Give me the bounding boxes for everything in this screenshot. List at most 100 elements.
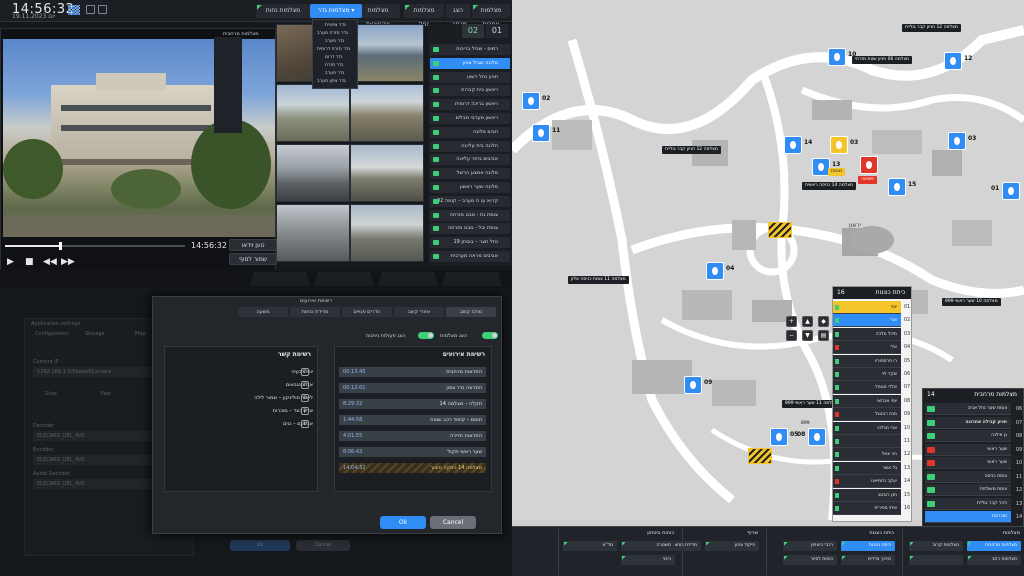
dropdown-item[interactable]: גדר מזרח bbox=[325, 63, 343, 68]
camera-pin[interactable]: 10 bbox=[828, 48, 856, 66]
app-settings-tab[interactable]: Storage bbox=[85, 331, 105, 337]
app-settings-tab[interactable]: Map bbox=[135, 331, 146, 337]
header-button[interactable]: מצלמות אחרות bbox=[472, 4, 510, 28]
dialog-tab[interactable]: אזורי קשב bbox=[394, 307, 444, 317]
map-layers[interactable]: ▤ bbox=[818, 330, 829, 341]
dropdown-item[interactable]: גדר דרום bbox=[325, 55, 343, 60]
show-cameras-toggle[interactable] bbox=[482, 332, 498, 339]
app-cancel-button[interactable]: Cancel bbox=[296, 540, 350, 551]
standby-row[interactable]: אלדי סגופל bbox=[833, 381, 901, 395]
video-progress-knob[interactable] bbox=[59, 242, 62, 250]
dialog-cancel-button[interactable]: Cancel bbox=[430, 516, 476, 529]
map-zoom-in[interactable]: + bbox=[786, 316, 797, 327]
contact-row[interactable]: יוסי רבעיני bbox=[183, 369, 313, 375]
rewind-icon[interactable]: ◀◀ bbox=[43, 257, 57, 267]
channel-item[interactable]: ראשון בריכה דרומית bbox=[430, 99, 510, 111]
event-row[interactable]: 8:29:32 תקלה – מצלמה 14 bbox=[339, 399, 486, 409]
standby-row[interactable]: אבי bbox=[833, 314, 901, 328]
channel-item[interactable]: חלונה בית עליונה bbox=[430, 140, 510, 152]
camera-thumbnail[interactable] bbox=[350, 204, 424, 262]
camera-pin[interactable]: 12 bbox=[944, 52, 972, 70]
check-label[interactable]: Fast bbox=[101, 391, 111, 397]
bottom-button[interactable]: מד"א bbox=[563, 541, 617, 551]
standby-row[interactable]: מנח רבגוגל bbox=[833, 408, 901, 422]
standby-row[interactable]: ניב יגאל bbox=[833, 448, 901, 462]
channel-item[interactable]: קרוא עו ח מערב – קומה 02 bbox=[430, 195, 510, 207]
dropdown-item[interactable]: גדר צפונית bbox=[325, 23, 346, 28]
contact-row[interactable]: ליאור סולינקע – שמור לילה bbox=[183, 395, 313, 401]
event-row[interactable]: 4:01:55 התראות חדירה bbox=[339, 431, 486, 441]
bottom-button[interactable] bbox=[909, 555, 963, 565]
channel-item[interactable]: נחל חצר – בוסתן 19 bbox=[430, 237, 510, 249]
camera-pin[interactable]: 14 bbox=[784, 136, 812, 154]
header-button[interactable]: מצלמות אקטיביות bbox=[356, 4, 400, 28]
bottom-button[interactable]: פיקוד צפון bbox=[705, 541, 759, 551]
event-row[interactable]: 00:12:01 התראה גדר צפון bbox=[339, 383, 486, 393]
map-pan-up[interactable]: ▲ bbox=[802, 316, 813, 327]
bottom-button[interactable]: משטרה bbox=[621, 541, 675, 551]
camera-row[interactable]: מוכרנות bbox=[925, 511, 1011, 523]
page-tab[interactable]: 01 bbox=[486, 24, 508, 38]
bottom-button[interactable]: כוחות לסיור bbox=[783, 555, 837, 565]
standby-row[interactable]: חנן רובנוב bbox=[833, 488, 901, 502]
standby-row[interactable] bbox=[833, 435, 901, 448]
dropdown-item[interactable]: גדר מזרח מערב bbox=[317, 31, 348, 36]
app-ok-button[interactable]: Ok bbox=[230, 540, 290, 551]
map-zoom-out[interactable]: − bbox=[786, 330, 797, 341]
standby-pin[interactable]: 03 bbox=[830, 136, 858, 154]
header-button[interactable]: מצלמות נחות bbox=[256, 4, 310, 18]
camera-pin[interactable]: 01 bbox=[991, 182, 1020, 200]
stop-icon[interactable]: ■ bbox=[25, 257, 34, 267]
event-row[interactable]: 14:04:32 מצלמה 14 ניתקה חיבור bbox=[339, 463, 486, 473]
camera-row[interactable]: שער ראשי bbox=[925, 443, 1011, 456]
map-locate[interactable]: ◆ bbox=[818, 316, 829, 327]
channel-item[interactable]: חניון נחל רשוון bbox=[430, 71, 510, 83]
grid-layout-icon[interactable] bbox=[68, 5, 80, 15]
channel-item[interactable]: ראשון בית קברות bbox=[430, 85, 510, 97]
phone-icon[interactable]: ✆ bbox=[301, 407, 309, 415]
contact-row[interactable]: שרון בונד – מוכרות bbox=[183, 408, 313, 414]
contact-row[interactable]: אבינעם – גנים bbox=[183, 421, 313, 427]
play-icon[interactable]: ▶ bbox=[7, 257, 14, 267]
check-label[interactable]: Slow bbox=[45, 391, 57, 397]
camera-pin[interactable]: 11 bbox=[532, 124, 560, 142]
camera-pin[interactable]: 03 bbox=[948, 132, 976, 150]
show-actions-toggle[interactable] bbox=[418, 332, 434, 339]
dropdown-item[interactable]: גדר מערב bbox=[325, 71, 344, 76]
load-video-button[interactable]: טען וידאו bbox=[229, 239, 277, 251]
camera-thumbnail[interactable] bbox=[350, 144, 424, 202]
incident-marker[interactable] bbox=[768, 222, 792, 238]
bottom-button[interactable]: רכבי ביטחון bbox=[783, 541, 837, 551]
channel-item[interactable]: מלונה שביל צפון bbox=[430, 57, 510, 69]
phone-icon[interactable]: ✆ bbox=[301, 394, 309, 402]
standby-row[interactable]: שקד לוי bbox=[833, 368, 901, 381]
strip-tab[interactable] bbox=[442, 272, 502, 286]
dropdown-item[interactable]: גדר מערב bbox=[325, 39, 344, 44]
save-end-button[interactable]: שמור לסוף bbox=[229, 253, 277, 265]
header-button[interactable]: מצלמות נחל bbox=[404, 4, 444, 28]
channel-item[interactable]: מלונה שער ראשון bbox=[430, 182, 510, 193]
bottom-button[interactable]: כיבוי bbox=[621, 555, 675, 565]
dropdown-item[interactable]: גדר צפון מערב bbox=[317, 79, 346, 84]
standby-row[interactable]: גל אשר bbox=[833, 461, 901, 475]
camera-thumbnail[interactable] bbox=[276, 144, 350, 202]
bottom-button[interactable]: מצלמות רחב bbox=[967, 555, 1021, 565]
phone-icon[interactable]: ✆ bbox=[301, 420, 309, 428]
header-button[interactable]: הצג מרחב bbox=[446, 4, 470, 28]
dialog-tab[interactable]: משעה bbox=[238, 307, 288, 317]
map-pan-down[interactable]: ▼ bbox=[802, 330, 813, 341]
camera-row[interactable]: צומת שער נחל אביב bbox=[925, 403, 1011, 415]
camera-thumbnail[interactable] bbox=[276, 84, 350, 142]
event-row[interactable]: 00:13:45 התראות מרחבית bbox=[339, 367, 486, 377]
standby-row[interactable]: איתי ספירית bbox=[833, 502, 901, 515]
standby-row[interactable]: מיכל מלכה bbox=[833, 327, 901, 341]
standby-row[interactable]: אבי מכלכו bbox=[833, 421, 901, 435]
standby-row[interactable]: יוסי אבהאי bbox=[833, 394, 901, 408]
alert-pin[interactable] bbox=[860, 156, 878, 174]
dialog-tab[interactable]: מדידת כוחות bbox=[290, 307, 340, 317]
camera-row[interactable]: צומת משולחת bbox=[925, 484, 1011, 496]
strip-tab[interactable] bbox=[378, 272, 438, 286]
camera-pin[interactable]: 02 bbox=[522, 92, 550, 110]
dialog-tab[interactable]: מרכז קשב bbox=[446, 307, 496, 317]
channel-item[interactable]: אביבים ביתר עליונה bbox=[430, 154, 510, 166]
